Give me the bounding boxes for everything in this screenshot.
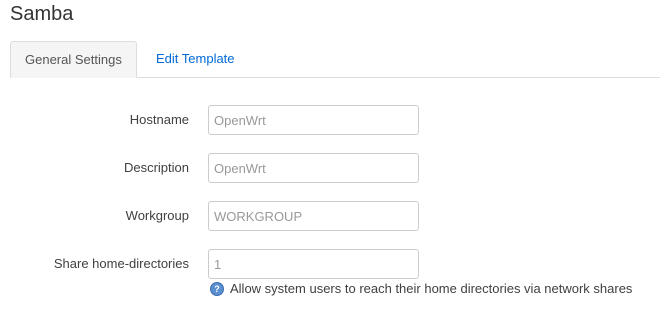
homes-input[interactable] [208,249,419,279]
page-title: Samba [10,3,74,25]
workgroup-input[interactable] [208,201,419,231]
workgroup-row: Workgroup [0,200,660,232]
homes-help: ? Allow system users to reach their home… [210,281,632,296]
workgroup-label: Workgroup [125,208,189,223]
tab-edit-template[interactable]: Edit Template [142,41,249,77]
samba-page: Samba General Settings Edit Template Hos… [0,0,660,321]
hostname-row: Hostname [0,104,660,136]
hostname-input[interactable] [208,105,419,135]
homes-help-text: Allow system users to reach their home d… [230,281,633,296]
help-icon: ? [210,281,224,296]
description-input[interactable] [208,153,419,183]
description-label: Description [123,160,189,175]
homes-label: Share home-directories [53,256,189,271]
homes-row: Share home-directories [0,248,660,280]
description-row: Description [0,152,660,184]
hostname-label: Hostname [129,112,189,127]
tab-general-settings[interactable]: General Settings [10,41,137,78]
tab-bar: General Settings Edit Template [10,41,660,78]
